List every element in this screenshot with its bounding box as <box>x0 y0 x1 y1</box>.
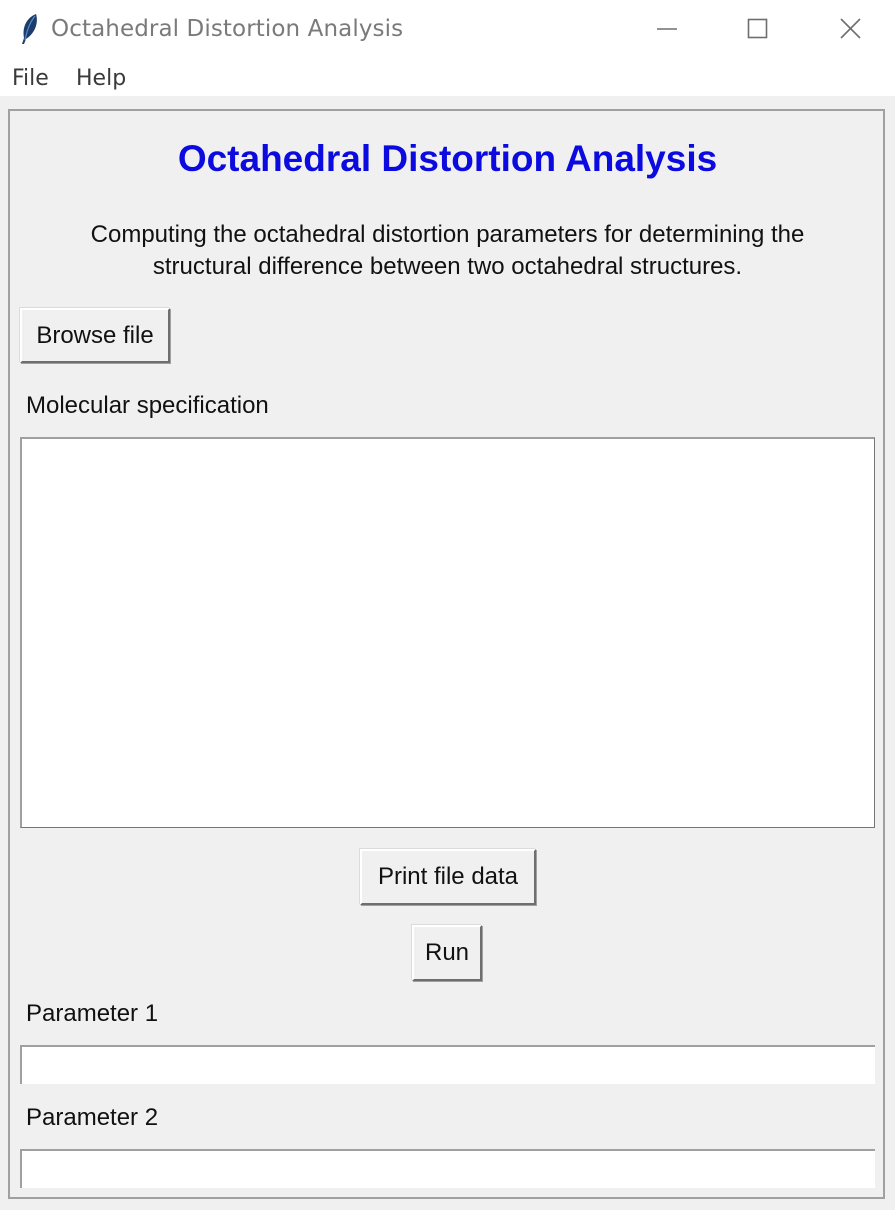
close-button[interactable] <box>828 8 874 50</box>
description-line-1: Computing the octahedral distortion para… <box>90 221 805 248</box>
description-text: Computing the octahedral distortion para… <box>0 219 895 283</box>
title-bar[interactable]: Octahedral Distortion Analysis <box>0 0 895 60</box>
app-window: Octahedral Distortion Analysis File Help <box>0 0 895 1210</box>
parameter-2-label: Parameter 2 <box>26 1104 159 1131</box>
feather-icon <box>18 12 42 46</box>
menu-help[interactable]: Help <box>76 66 126 91</box>
description-line-2: structural difference between two octahe… <box>152 253 743 280</box>
print-file-data-button[interactable]: Print file data <box>360 849 536 905</box>
maximize-button[interactable] <box>735 8 781 50</box>
menu-file[interactable]: File <box>12 66 49 91</box>
minimize-icon <box>644 8 690 50</box>
menu-bar: File Help <box>0 60 895 96</box>
maximize-icon <box>735 8 781 50</box>
molecular-specification-label: Molecular specification <box>26 392 269 419</box>
parameter-1-field[interactable] <box>20 1045 875 1084</box>
minimize-button[interactable] <box>644 8 690 50</box>
parameter-2-field[interactable] <box>20 1149 875 1188</box>
run-button[interactable]: Run <box>412 925 482 981</box>
browse-file-button[interactable]: Browse file <box>20 308 170 363</box>
window-title: Octahedral Distortion Analysis <box>51 16 404 42</box>
page-title: Octahedral Distortion Analysis <box>177 138 718 179</box>
close-icon <box>828 8 874 50</box>
parameter-1-label: Parameter 1 <box>26 1000 159 1027</box>
molecular-specification-textbox[interactable] <box>20 437 875 828</box>
